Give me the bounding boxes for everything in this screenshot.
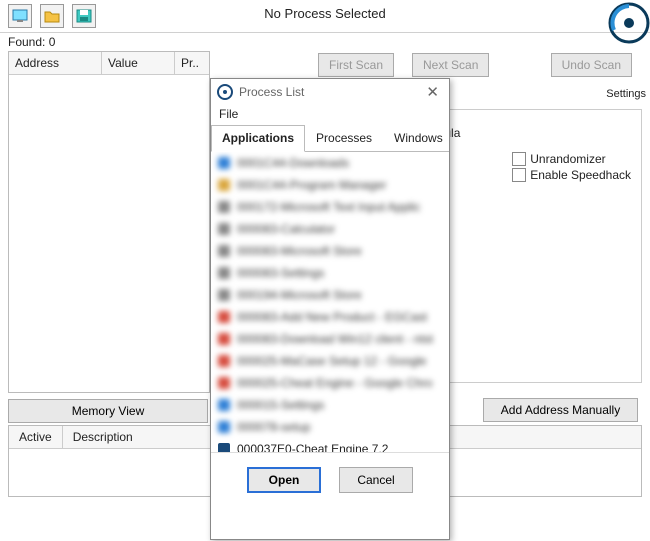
process-icon xyxy=(217,178,231,192)
process-row[interactable]: 000194-Microsoft Store xyxy=(211,284,449,306)
process-label: 000194-Microsoft Store xyxy=(237,288,362,302)
col-description[interactable]: Description xyxy=(63,426,143,448)
process-icon xyxy=(217,244,231,258)
process-label: 000025-MaCase Setup 12 - Google xyxy=(237,354,426,368)
process-row[interactable]: 000172-Microsoft Text Input Applic xyxy=(211,196,449,218)
process-label: 0001C44-Program Manager xyxy=(237,178,386,192)
process-row[interactable]: 000025-MaCase Setup 12 - Google xyxy=(211,350,449,372)
cheat-engine-logo xyxy=(608,2,650,44)
select-process-icon[interactable] xyxy=(8,4,32,28)
memory-view-button[interactable]: Memory View xyxy=(8,399,208,423)
process-label: 000083-Download Win12 client - ntst xyxy=(237,332,433,346)
undo-scan-button[interactable]: Undo Scan xyxy=(551,53,632,77)
tab-windows[interactable]: Windows xyxy=(383,125,454,151)
process-row[interactable]: 000083-Settings xyxy=(211,262,449,284)
process-row[interactable]: 000083-Microsoft Store xyxy=(211,240,449,262)
process-icon xyxy=(217,200,231,214)
process-row[interactable]: 000083-Download Win12 client - ntst xyxy=(211,328,449,350)
process-icon xyxy=(217,310,231,324)
process-row[interactable]: 000078-setup xyxy=(211,416,449,438)
process-icon xyxy=(217,420,231,434)
results-table: Address Value Pr.. xyxy=(8,51,210,393)
col-address[interactable]: Address xyxy=(9,52,102,74)
process-list[interactable]: 0001C44-Downloads 0001C44-Program Manager… xyxy=(211,152,449,453)
process-row[interactable]: 000025-Cheat Engine - Google Chro xyxy=(211,372,449,394)
process-icon xyxy=(217,156,231,170)
open-folder-icon[interactable] xyxy=(40,4,64,28)
process-label: 000015-Settings xyxy=(237,398,324,412)
process-icon xyxy=(217,266,231,280)
next-scan-button[interactable]: Next Scan xyxy=(412,53,489,77)
dialog-title: Process List xyxy=(239,85,304,99)
col-active[interactable]: Active xyxy=(9,426,63,448)
first-scan-button[interactable]: First Scan xyxy=(318,53,394,77)
cancel-button[interactable]: Cancel xyxy=(339,467,413,493)
tab-processes[interactable]: Processes xyxy=(305,125,383,151)
found-count: Found: 0 xyxy=(0,33,650,51)
close-icon[interactable]: ✕ xyxy=(422,83,443,101)
process-label: 000083-Calculator xyxy=(237,222,335,236)
process-row[interactable]: 000015-Settings xyxy=(211,394,449,416)
process-row[interactable]: 0001C44-Downloads xyxy=(211,152,449,174)
process-label: 000083-Add New Product - EGCast xyxy=(237,310,427,324)
cheat-engine-icon xyxy=(217,84,233,100)
process-row[interactable]: 000083-Calculator xyxy=(211,218,449,240)
process-row[interactable]: 000083-Add New Product - EGCast xyxy=(211,306,449,328)
add-address-manually-button[interactable]: Add Address Manually xyxy=(483,398,638,422)
open-button[interactable]: Open xyxy=(247,467,321,493)
process-icon xyxy=(217,442,231,453)
process-icon xyxy=(217,288,231,302)
process-label: 000172-Microsoft Text Input Applic xyxy=(237,200,420,214)
process-row[interactable]: 000037E0-Cheat Engine 7.2 xyxy=(211,438,449,453)
process-label: 000083-Microsoft Store xyxy=(237,244,362,258)
process-label: 000078-setup xyxy=(237,420,310,434)
process-label: 000083-Settings xyxy=(237,266,324,280)
process-list-dialog: Process List ✕ File Applications Process… xyxy=(210,78,450,540)
process-label: 000025-Cheat Engine - Google Chro xyxy=(237,376,432,390)
tab-applications[interactable]: Applications xyxy=(211,125,305,152)
process-label: 000037E0-Cheat Engine 7.2 xyxy=(237,442,388,453)
process-icon xyxy=(217,354,231,368)
process-icon xyxy=(217,398,231,412)
process-icon xyxy=(217,376,231,390)
process-row[interactable]: 0001C44-Program Manager xyxy=(211,174,449,196)
col-value[interactable]: Value xyxy=(102,52,175,74)
speedhack-checkbox[interactable]: Enable Speedhack xyxy=(512,168,631,182)
process-label: 0001C44-Downloads xyxy=(237,156,349,170)
save-icon[interactable] xyxy=(72,4,96,28)
process-icon xyxy=(217,332,231,346)
file-menu[interactable]: File xyxy=(211,105,449,125)
unrandomizer-checkbox[interactable]: Unrandomizer xyxy=(512,152,631,166)
process-icon xyxy=(217,222,231,236)
col-previous[interactable]: Pr.. xyxy=(175,52,209,74)
